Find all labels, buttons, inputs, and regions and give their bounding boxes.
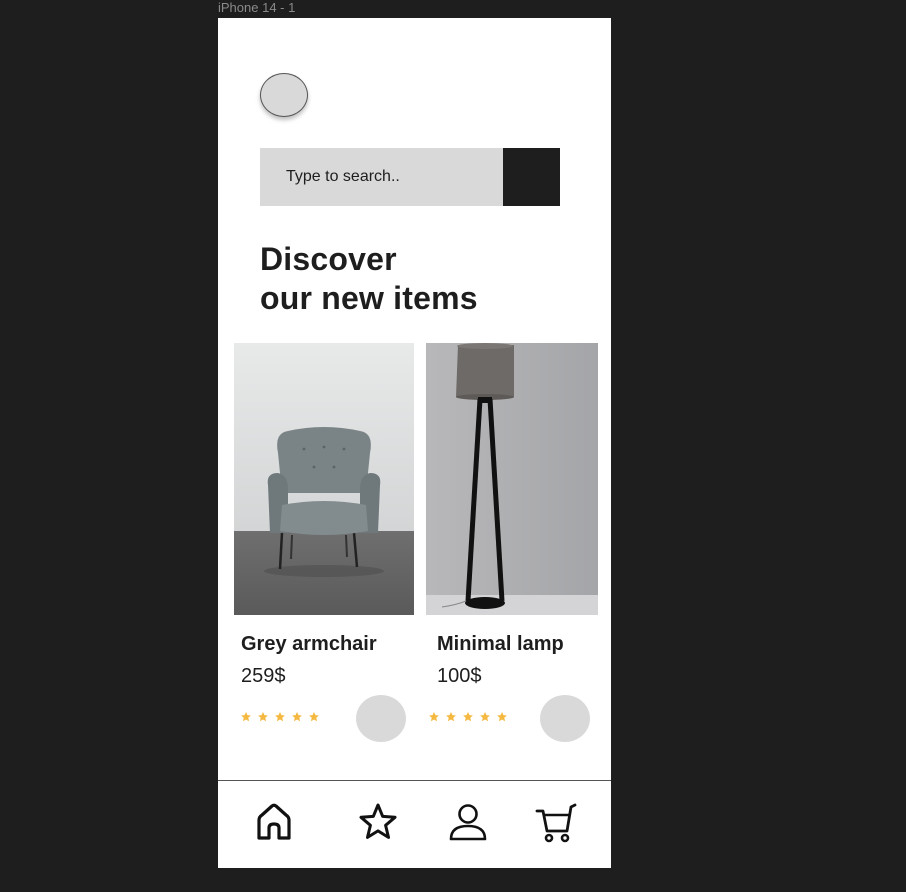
rating-stars	[240, 711, 320, 723]
product-name[interactable]: Grey armchair	[241, 633, 377, 656]
search-button[interactable]	[503, 148, 560, 206]
star-rating-icon	[480, 712, 490, 722]
rating-stars	[428, 711, 508, 723]
add-to-cart-button[interactable]	[356, 695, 406, 742]
home-icon	[257, 803, 291, 840]
star-rating-icon	[292, 712, 302, 722]
frame-label: iPhone 14 - 1	[218, 0, 296, 15]
star-rating-icon	[429, 712, 439, 722]
product-card[interactable]: Grey armchair 259$	[234, 343, 414, 763]
star-icon	[359, 803, 397, 839]
product-price: 259$	[241, 665, 286, 687]
page-title-line-2: our new items	[260, 280, 478, 316]
star-rating-icon	[446, 712, 456, 722]
star-rating-icon	[241, 712, 251, 722]
star-rating-icon	[275, 712, 285, 722]
search-bar	[260, 148, 560, 206]
star-rating-icon	[258, 712, 268, 722]
avatar[interactable]	[260, 73, 308, 117]
star-rating-icon	[309, 712, 319, 722]
product-image-armchair[interactable]	[234, 343, 414, 615]
add-to-cart-button[interactable]	[540, 695, 590, 742]
user-icon	[449, 804, 487, 841]
product-name[interactable]: Minimal lamp	[437, 633, 564, 656]
bottom-nav	[218, 781, 611, 868]
armchair-image	[234, 343, 414, 615]
product-image-lamp[interactable]	[426, 343, 598, 615]
page-title-line-1: Discover	[260, 241, 397, 277]
nav-profile[interactable]	[446, 799, 490, 845]
star-rating-icon	[463, 712, 473, 722]
nav-home[interactable]	[252, 799, 296, 845]
nav-favorites[interactable]	[356, 799, 400, 845]
star-rating-icon	[497, 712, 507, 722]
page-title: Discover our new items	[260, 240, 478, 318]
cart-icon	[535, 803, 577, 843]
lamp-image	[426, 343, 598, 615]
nav-cart[interactable]	[534, 799, 578, 845]
search-input[interactable]	[260, 148, 503, 206]
phone-screen: Discover our new items	[218, 18, 611, 868]
product-card[interactable]: Minimal lamp 100$	[426, 343, 598, 763]
product-price: 100$	[437, 665, 482, 687]
